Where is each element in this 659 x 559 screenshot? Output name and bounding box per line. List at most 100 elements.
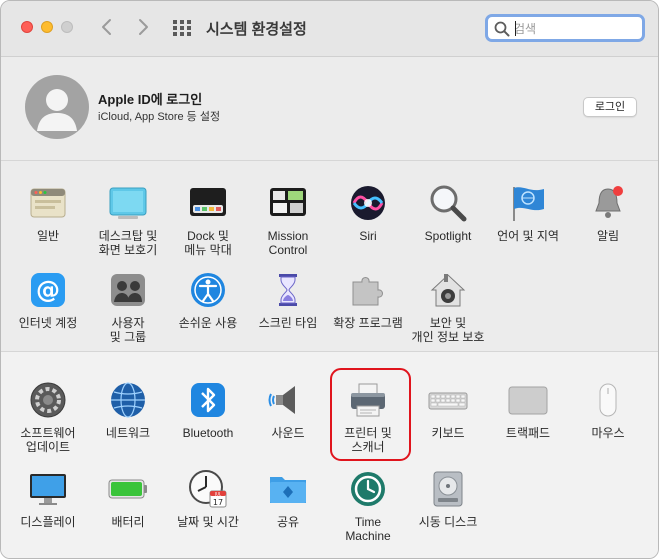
pane-notifications[interactable]: 알림 bbox=[568, 183, 648, 253]
sound-icon bbox=[268, 386, 295, 414]
title-bar: 시스템 환경설정 bbox=[1, 1, 658, 57]
pane-spotlight[interactable]: Spotlight bbox=[408, 183, 488, 253]
pane-label: Bluetooth bbox=[182, 426, 234, 440]
users-groups-icon bbox=[111, 274, 145, 306]
calendar-day: 17 bbox=[213, 498, 223, 507]
pane-accessibility[interactable]: 손쉬운 사용 bbox=[168, 270, 248, 340]
pane-displays[interactable]: 디스플레이 bbox=[8, 469, 88, 539]
displays-icon bbox=[30, 474, 66, 505]
apple-id-title[interactable]: Apple ID에 로그인 bbox=[98, 89, 202, 108]
pane-siri[interactable]: Siri bbox=[328, 183, 408, 253]
pane-label: Dock 및 메뉴 막대 bbox=[184, 229, 232, 257]
avatar[interactable] bbox=[25, 75, 89, 139]
pane-label: 사운드 bbox=[271, 426, 305, 440]
pane-language-region[interactable]: 언어 및 지역 bbox=[488, 183, 568, 253]
user-silhouette-icon bbox=[37, 89, 77, 131]
pane-label: 알림 bbox=[596, 229, 620, 243]
minimize-button[interactable] bbox=[41, 21, 53, 33]
battery-icon bbox=[108, 479, 147, 499]
pane-internet-accounts[interactable]: @ 인터넷 계정 bbox=[8, 270, 88, 340]
pane-general[interactable]: 일반 bbox=[8, 183, 88, 253]
pane-screen-time[interactable]: 스크린 타임 bbox=[248, 270, 328, 340]
notifications-icon bbox=[595, 186, 623, 218]
pane-sound[interactable]: 사운드 bbox=[248, 380, 328, 450]
pane-label: 소프트웨어 업데이트 bbox=[20, 426, 76, 454]
pane-label: 스크린 타임 bbox=[258, 316, 318, 330]
calendar-month: JUL bbox=[214, 492, 222, 497]
time-machine-icon bbox=[351, 472, 385, 506]
personal-preferences-section: 일반 데스크탑 및 화면 보호기 Dock 및 메뉴 막대 Mission Co… bbox=[1, 162, 658, 350]
pane-keyboard[interactable]: 키보드 bbox=[408, 380, 488, 450]
pane-label: 손쉬운 사용 bbox=[178, 316, 238, 330]
pane-extensions[interactable]: 확장 프로그램 bbox=[328, 270, 408, 340]
mouse-icon bbox=[599, 383, 617, 417]
search-icon bbox=[494, 21, 510, 37]
svg-text:@: @ bbox=[36, 276, 60, 304]
siri-icon bbox=[351, 186, 385, 220]
back-arrow-icon[interactable] bbox=[97, 15, 117, 39]
pane-desktop-screensaver[interactable]: 데스크탑 및 화면 보호기 bbox=[88, 183, 168, 257]
pane-time-machine[interactable]: Time Machine bbox=[328, 469, 408, 543]
pane-label: 인터넷 계정 bbox=[18, 316, 78, 330]
forward-arrow-icon[interactable] bbox=[133, 15, 153, 39]
pane-startup-disk[interactable]: 시동 디스크 bbox=[408, 469, 488, 539]
pane-bluetooth[interactable]: Bluetooth bbox=[168, 380, 248, 450]
mission-control-icon bbox=[270, 188, 306, 216]
accessibility-icon bbox=[191, 273, 225, 307]
pane-battery[interactable]: 배터리 bbox=[88, 469, 168, 539]
text-caret bbox=[515, 21, 516, 36]
pane-label: 시동 디스크 bbox=[418, 515, 478, 529]
internet-accounts-icon: @ bbox=[31, 273, 65, 307]
pane-label: 날짜 및 시간 bbox=[177, 515, 239, 529]
pane-date-time[interactable]: JUL 17 날짜 및 시간 bbox=[168, 469, 248, 539]
pane-label: 마우스 bbox=[591, 426, 625, 440]
extensions-icon bbox=[352, 277, 383, 306]
general-icon bbox=[30, 188, 66, 218]
pane-network[interactable]: 네트워크 bbox=[88, 380, 168, 450]
pane-label: 공유 bbox=[276, 515, 300, 529]
system-preferences-window: 시스템 환경설정 Apple ID에 로그인 iCloud, App Store… bbox=[0, 0, 659, 559]
pane-label: Siri bbox=[359, 229, 377, 243]
keyboard-icon bbox=[428, 392, 468, 410]
pane-security-privacy[interactable]: 보안 및 개인 정보 보호 bbox=[408, 270, 488, 344]
pane-label: 트랙패드 bbox=[505, 426, 551, 440]
dock-icon bbox=[190, 188, 226, 216]
pane-label: Time Machine bbox=[345, 515, 391, 543]
network-icon bbox=[111, 382, 145, 418]
search-input[interactable] bbox=[514, 20, 634, 38]
show-all-grid-icon[interactable] bbox=[172, 18, 192, 38]
pane-sharing[interactable]: 공유 bbox=[248, 469, 328, 539]
pane-label: 확장 프로그램 bbox=[333, 316, 403, 330]
bluetooth-icon bbox=[191, 383, 225, 417]
highlight-ring bbox=[330, 368, 411, 461]
pane-mission-control[interactable]: Mission Control bbox=[248, 183, 328, 257]
security-privacy-icon bbox=[430, 274, 466, 307]
pane-label: 키보드 bbox=[431, 426, 465, 440]
apple-id-subtitle: iCloud, App Store 등 설정 bbox=[98, 111, 221, 123]
software-update-icon bbox=[30, 382, 66, 418]
pane-label: 일반 bbox=[36, 229, 60, 243]
close-button[interactable] bbox=[21, 21, 33, 33]
screen-time-icon bbox=[279, 274, 297, 306]
login-button[interactable]: 로그인 bbox=[583, 97, 637, 117]
window-title: 시스템 환경설정 bbox=[206, 21, 307, 38]
zoom-button[interactable] bbox=[61, 21, 73, 33]
sharing-icon bbox=[270, 477, 306, 503]
pane-label: 데스크탑 및 화면 보호기 bbox=[98, 229, 158, 257]
pane-label: 네트워크 bbox=[105, 426, 151, 440]
apple-id-banner: Apple ID에 로그인 iCloud, App Store 등 설정 로그인 bbox=[1, 58, 658, 161]
date-time-icon: JUL 17 bbox=[189, 470, 227, 508]
pane-label: 배터리 bbox=[111, 515, 145, 529]
pane-label: 디스플레이 bbox=[20, 515, 76, 529]
pane-dock-menubar[interactable]: Dock 및 메뉴 막대 bbox=[168, 183, 248, 257]
desktop-screensaver-icon bbox=[109, 187, 147, 219]
pane-mouse[interactable]: 마우스 bbox=[568, 380, 648, 450]
pane-trackpad[interactable]: 트랙패드 bbox=[488, 380, 568, 450]
pane-users-groups[interactable]: 사용자 및 그룹 bbox=[88, 270, 168, 344]
pane-label: Mission Control bbox=[267, 229, 309, 257]
pane-label: 보안 및 개인 정보 보호 bbox=[411, 316, 485, 344]
startup-disk-icon bbox=[433, 471, 463, 507]
search-field[interactable] bbox=[485, 14, 645, 42]
pane-software-update[interactable]: 소프트웨어 업데이트 bbox=[8, 380, 88, 454]
spotlight-icon bbox=[430, 185, 467, 222]
